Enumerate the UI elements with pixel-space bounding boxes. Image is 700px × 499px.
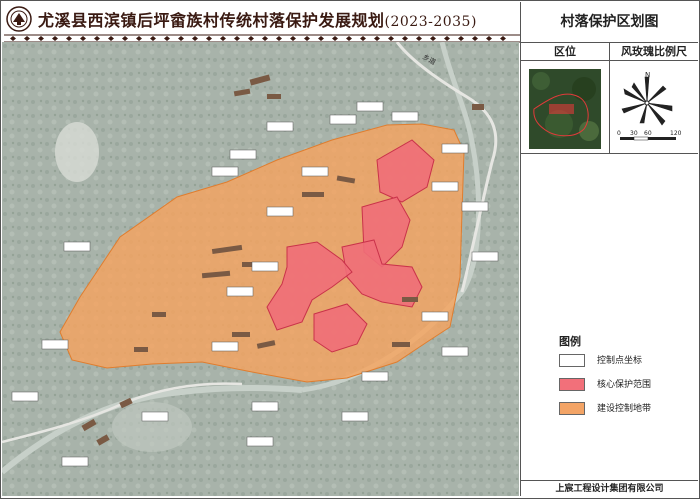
- scale-tick-120: 120: [670, 130, 682, 137]
- page-title: 尤溪县西滨镇后坪畲族村传统村落保护发展规划(2023-2035): [38, 11, 477, 30]
- location-map-image[interactable]: [529, 69, 601, 149]
- map-canvas: 乡道: [2, 42, 519, 496]
- windrose-box: N 0 30 60 120: [610, 61, 698, 154]
- location-map-box: [521, 61, 610, 154]
- windrose-icon: N 0 30 60 120: [617, 71, 682, 141]
- legend-label: 建设控制地带: [597, 404, 652, 414]
- plan-years: (2023-2035): [384, 14, 477, 30]
- control-point-swatch: [559, 354, 585, 367]
- scale-tick-0: 0: [617, 130, 621, 137]
- panel-title: 村落保护区划图: [521, 2, 698, 43]
- legend-label: 控制点坐标: [597, 356, 643, 366]
- clearing-area: [55, 122, 99, 182]
- windrose-header: 风玫瑰比例尺: [610, 43, 698, 61]
- company-footer: 上宸工程设计集团有限公司: [521, 480, 698, 497]
- scale-bar: 0 30 60 120: [617, 130, 682, 141]
- location-header: 区位: [521, 43, 610, 61]
- scale-tick-60: 60: [644, 130, 652, 137]
- legend-title: 图例: [559, 335, 581, 348]
- legend-label: 核心保护范围: [597, 380, 652, 390]
- control-zone-swatch: [559, 402, 585, 415]
- side-panel: 村落保护区划图 区位 风玫瑰比例尺 N 0 30 60 120 图例 控制点坐标…: [520, 2, 698, 496]
- core-zone-swatch: [559, 378, 585, 391]
- scale-tick-30: 30: [630, 130, 638, 137]
- map-view[interactable]: 乡道: [2, 42, 519, 496]
- village-emblem-icon: [6, 6, 32, 32]
- clearing-area: [112, 402, 192, 452]
- title-bar: 尤溪县西滨镇后坪畲族村传统村落保护发展规划(2023-2035): [2, 2, 520, 43]
